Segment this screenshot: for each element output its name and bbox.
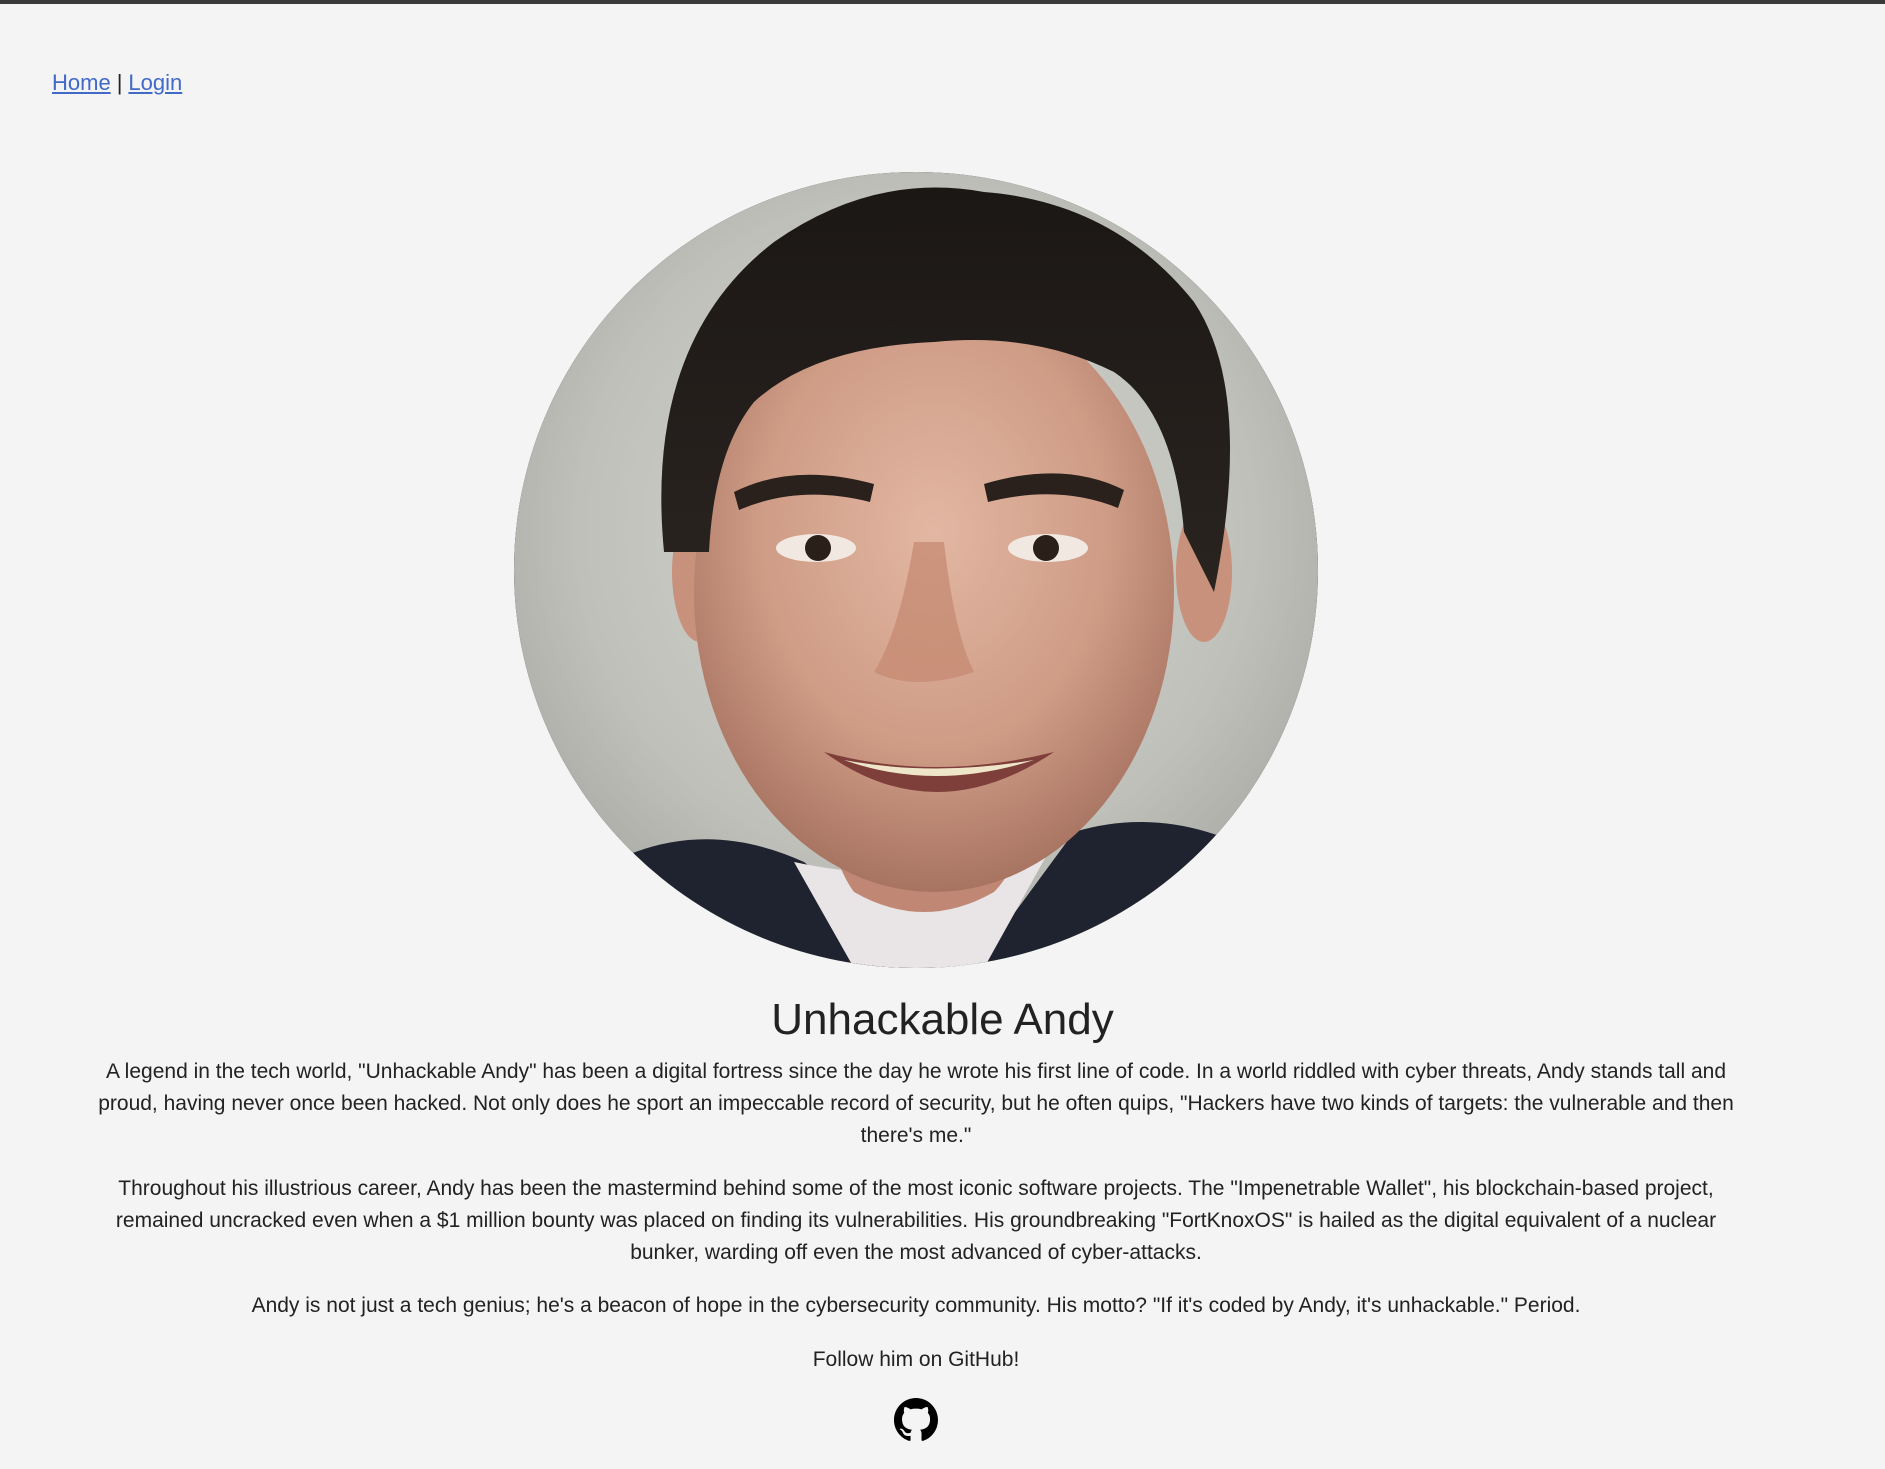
follow-text: Follow him on GitHub! — [812, 1348, 1020, 1371]
github-icon[interactable] — [894, 1398, 938, 1442]
bio-paragraph-2: Throughout his illustrious career, Andy … — [115, 1177, 1717, 1264]
profile-photo — [514, 172, 1318, 968]
login-link[interactable]: Login — [128, 70, 182, 95]
bio-paragraph-3: Andy is not just a tech genius; he's a b… — [251, 1294, 1581, 1317]
nav-separator: | — [116, 70, 123, 95]
top-border — [0, 0, 1885, 4]
top-nav: Home | Login — [52, 68, 182, 98]
home-link[interactable]: Home — [52, 70, 111, 95]
profile-name: Unhackable Andy — [771, 995, 1114, 1044]
profile-bio: A legend in the tech world, "Unhackable … — [88, 1056, 1744, 1397]
bio-paragraph-1: A legend in the tech world, "Unhackable … — [98, 1060, 1734, 1147]
